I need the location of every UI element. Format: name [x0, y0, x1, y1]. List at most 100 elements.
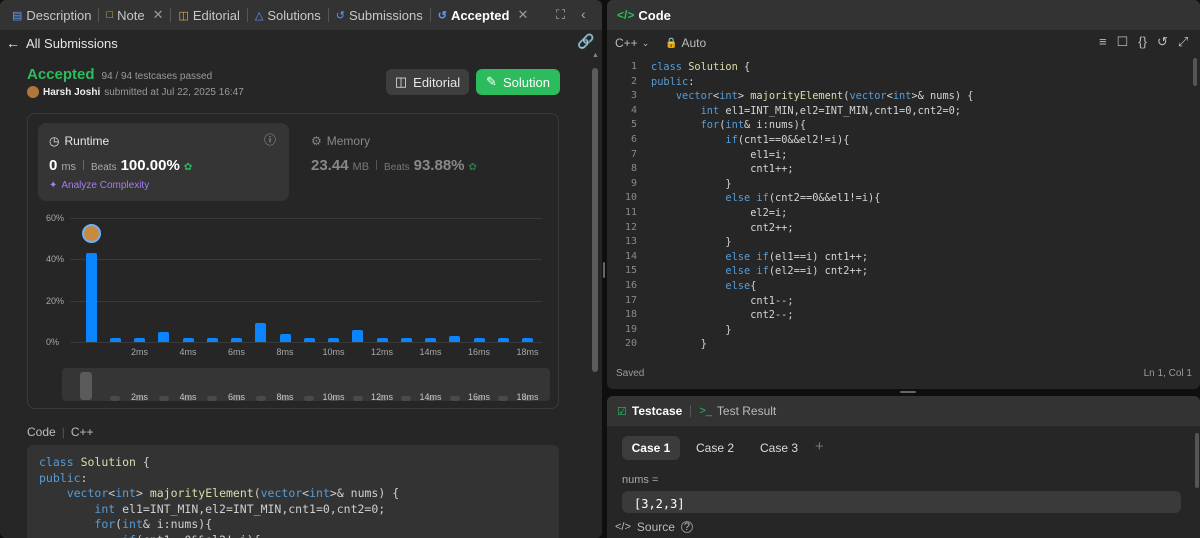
maximize-icon[interactable]: ⛶ — [556, 7, 565, 23]
vertical-splitter[interactable] — [603, 262, 605, 278]
close-icon[interactable]: ✕ — [153, 7, 164, 23]
editor-line: 12 cnt2++; — [607, 221, 1200, 236]
back-to-submissions[interactable]: ← All Submissions — [6, 35, 118, 51]
editorial-button[interactable]: ◫ Editorial — [386, 69, 469, 95]
link-icon[interactable]: 🔗 — [577, 33, 594, 50]
code-icon: </> — [615, 521, 631, 533]
book-icon: ◫ — [394, 74, 408, 89]
testcases-passed: 94 / 94 testcases passed — [101, 71, 213, 82]
left-tab-bar: ▤ Description □ Note ✕ ◫ Editorial △ Solution… — [0, 0, 602, 30]
tab-note[interactable]: □ Note ✕ — [100, 0, 169, 30]
case-2-button[interactable]: Case 2 — [688, 436, 742, 460]
code-line: int el1=INT_MIN,el2=INT_MIN,cnt1=0,cnt2=… — [94, 501, 386, 516]
nums-value: [3,2,3] — [634, 497, 685, 511]
editor-line: 15 else if(el2==i) cnt2++; — [607, 264, 1200, 279]
flask-icon: △ — [254, 9, 264, 22]
line-code: else if(cnt2==0&&el1!=i){ — [725, 192, 881, 205]
line-code: if(cnt1==0&&el2!=i){ — [725, 133, 850, 146]
info-icon[interactable]: ⓘ — [264, 131, 276, 148]
tab-accepted[interactable]: ↺ Accepted ✕ — [432, 0, 535, 30]
scrollbar-thumb[interactable] — [592, 68, 598, 372]
chevron-left-icon[interactable]: ‹ — [581, 6, 586, 22]
expand-icon[interactable]: ⤢ — [1178, 34, 1188, 50]
tab-divider — [246, 8, 248, 22]
tab-solutions[interactable]: △ Solutions — [249, 0, 327, 30]
history-icon: ↺ — [437, 9, 447, 22]
memory-unit: MB — [352, 161, 370, 173]
code-icon: </> — [617, 8, 635, 22]
editor-tab-bar: </> Code — [607, 0, 1200, 30]
divider — [376, 160, 378, 170]
code-area[interactable]: 1 class Solution {2 public: 3 vector<int> m… — [607, 60, 1200, 353]
tab-solutions-label: Solutions — [267, 7, 321, 23]
nums-input[interactable]: [3,2,3] — [622, 491, 1181, 513]
memory-value: 23.44 — [311, 157, 349, 174]
divider — [83, 160, 85, 170]
source-label: Source — [636, 520, 675, 534]
submitted-code-block: class Solution {public: vector<int> majo… — [27, 445, 559, 538]
memory-card[interactable]: ⚙ Memory 23.44 MB Beats 93.88% ✿ — [298, 123, 549, 201]
avatar-marker[interactable] — [82, 224, 101, 243]
range-slider[interactable] — [62, 368, 550, 401]
add-case-button[interactable]: + — [815, 438, 824, 455]
auto-mode[interactable]: 🔒 Auto — [665, 36, 706, 50]
submitted-time: submitted at Jul 22, 2025 16:47 — [104, 86, 244, 98]
code-lines: class Solution {public: vector<int> majo… — [39, 455, 547, 538]
tab-test-result[interactable]: Test Result — [717, 404, 776, 418]
format-icon[interactable]: ≡ — [1099, 34, 1107, 50]
submission-panel: ▤ Description □ Note ✕ ◫ Editorial △ Solution… — [0, 0, 602, 538]
cursor-position: Ln 1, Col 1 — [1143, 368, 1192, 379]
solution-button-label: Solution — [502, 74, 550, 90]
save-status: Saved — [616, 368, 645, 379]
avatar[interactable] — [27, 86, 39, 98]
tab-description[interactable]: ▤ Description — [6, 0, 97, 30]
tab-divider — [98, 8, 100, 22]
case-3-button[interactable]: Case 3 — [752, 436, 806, 460]
language-label: C++ — [615, 36, 638, 50]
editor-line: 10 else if(cnt2==0&&el1!=i){ — [607, 191, 1200, 206]
language-select[interactable]: C++ ⌄ — [615, 36, 649, 50]
reset-icon[interactable]: ↺ — [1157, 34, 1168, 50]
range-handle[interactable] — [80, 372, 92, 400]
tab-editorial-label: Editorial — [192, 7, 240, 23]
editor-line: 5 for(int& i:nums){ — [607, 118, 1200, 133]
edit-icon: ✎ — [486, 74, 497, 89]
editor-line: 1 class Solution { — [607, 60, 1200, 75]
editor-line: 11 el2=i; — [607, 206, 1200, 221]
line-code: cnt1++; — [651, 163, 794, 176]
help-icon[interactable]: ? — [680, 521, 693, 533]
line-number: 18 — [624, 309, 637, 321]
line-code: class Solution { — [651, 61, 751, 73]
code-line: vector<int> majorityElement(vector<int>&… — [66, 486, 400, 500]
analyze-complexity-link[interactable]: ✦ Analyze Complexity — [49, 180, 149, 191]
editor-line: 13 } — [607, 235, 1200, 250]
source-bar — [607, 514, 1200, 538]
tab-testcase[interactable]: Testcase — [632, 404, 682, 418]
solution-button[interactable]: ✎ Solution — [476, 69, 560, 95]
editor-scrollbar[interactable] — [1193, 58, 1197, 86]
tab-editorial[interactable]: ◫ Editorial — [172, 0, 245, 30]
editor-line: 8 cnt1++; — [607, 162, 1200, 177]
testcase-scrollbar[interactable] — [1195, 433, 1199, 488]
line-number: 12 — [624, 221, 637, 233]
memory-beats-label: Beats — [384, 162, 410, 173]
close-icon[interactable]: ✕ — [517, 7, 528, 23]
horizontal-splitter[interactable] — [900, 391, 916, 393]
line-number: 13 — [624, 236, 637, 248]
scroll-up-icon[interactable]: ▲ — [592, 52, 599, 59]
chevron-down-icon: ⌄ — [641, 37, 650, 48]
note-icon: □ — [106, 9, 114, 21]
source-toggle[interactable]: </> Source ? — [615, 520, 693, 534]
braces-icon[interactable]: {} — [1138, 34, 1147, 50]
editor-line: 20 } — [607, 337, 1200, 352]
bookmark-icon[interactable]: ☐ — [1117, 34, 1129, 50]
line-code: el2=i; — [651, 206, 788, 219]
runtime-values: 0 ms Beats 100.00% ✿ — [49, 157, 192, 174]
runtime-card[interactable]: ◷ Runtime ⓘ 0 ms Beats 100.00% ✿ ✦ Analyze… — [38, 123, 289, 201]
line-number: 2 — [630, 75, 637, 87]
tab-accepted-label: Accepted — [450, 7, 510, 23]
username[interactable]: Harsh Joshi — [43, 87, 100, 98]
leaf-icon: ✿ — [183, 162, 193, 173]
case-1-button[interactable]: Case 1 — [622, 436, 680, 460]
tab-submissions[interactable]: ↺ Submissions — [330, 0, 429, 30]
